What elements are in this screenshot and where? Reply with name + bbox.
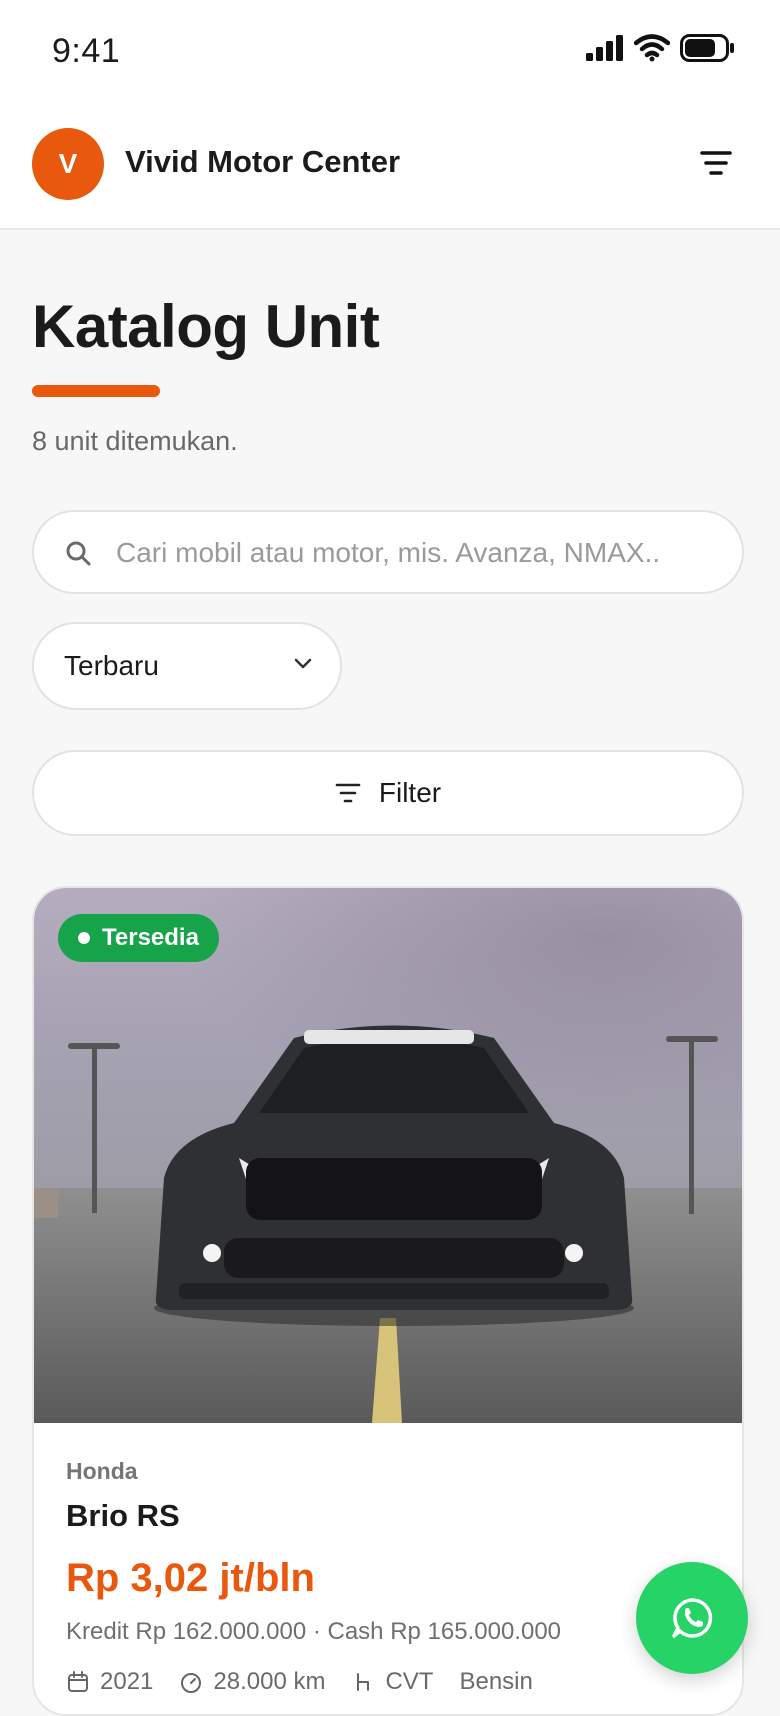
app-header: 9:41 V Vivid Motor Center [0,0,780,230]
status-badge: Tersedia [58,914,219,962]
listing-model[interactable]: Brio RS [66,1498,180,1534]
filter-button[interactable]: Filter [32,750,744,836]
search-box[interactable] [32,510,744,594]
status-time: 9:41 [52,32,121,70]
menu-button[interactable] [696,146,736,180]
page-title: Katalog Unit [32,293,380,360]
search-icon [66,541,91,566]
spec-transmission-value: CVT [385,1668,434,1695]
listing-card[interactable]: Tersedia Honda Brio RS Rp 3,02 jt/bln Kr… [32,886,744,1716]
calendar-icon [68,1671,88,1692]
search-input[interactable] [114,530,728,576]
spec-transmission: CVT [351,1668,433,1696]
filter-menu-icon [700,151,732,175]
transmission-icon [357,1673,370,1691]
whatsapp-button[interactable] [636,1562,748,1674]
listing-subprice: Kredit Rp 162.000.000 · Cash Rp 165.000.… [66,1618,562,1645]
spec-fuel-value: Bensin [459,1668,533,1695]
filter-button-label: Filter [378,777,442,808]
sort-select[interactable]: Terbaru [32,622,342,710]
car-photo[interactable] [34,888,744,1423]
brand-name[interactable]: Vivid Motor Center [125,144,400,180]
spec-mileage-value: 28.000 km [213,1668,326,1695]
spec-year-value: 2021 [100,1668,154,1695]
whatsapp-icon [672,1598,713,1638]
status-icons [586,34,736,62]
battery-icon [680,34,734,62]
title-accent-bar [32,385,160,397]
signal-icon [586,35,623,61]
spec-year: 2021 [66,1668,153,1696]
chevron-down-icon [294,658,312,669]
gauge-icon [181,1673,202,1693]
result-count: 8 unit ditemukan. [32,426,238,456]
brand-logo[interactable]: V [32,128,104,200]
spec-fuel: Bensin [459,1668,532,1696]
listing-price: Rp 3,02 jt/bln [66,1556,315,1600]
spec-mileage: 28.000 km [179,1668,325,1696]
sort-selected-value: Terbaru [64,650,159,681]
listing-specs: 2021 28.000 km CVT Bensin [66,1668,533,1696]
wifi-icon [634,34,670,62]
listing-brand: Honda [66,1458,138,1484]
filter-icon [335,783,361,803]
status-badge-label: Tersedia [102,924,199,951]
status-dot [78,932,90,944]
